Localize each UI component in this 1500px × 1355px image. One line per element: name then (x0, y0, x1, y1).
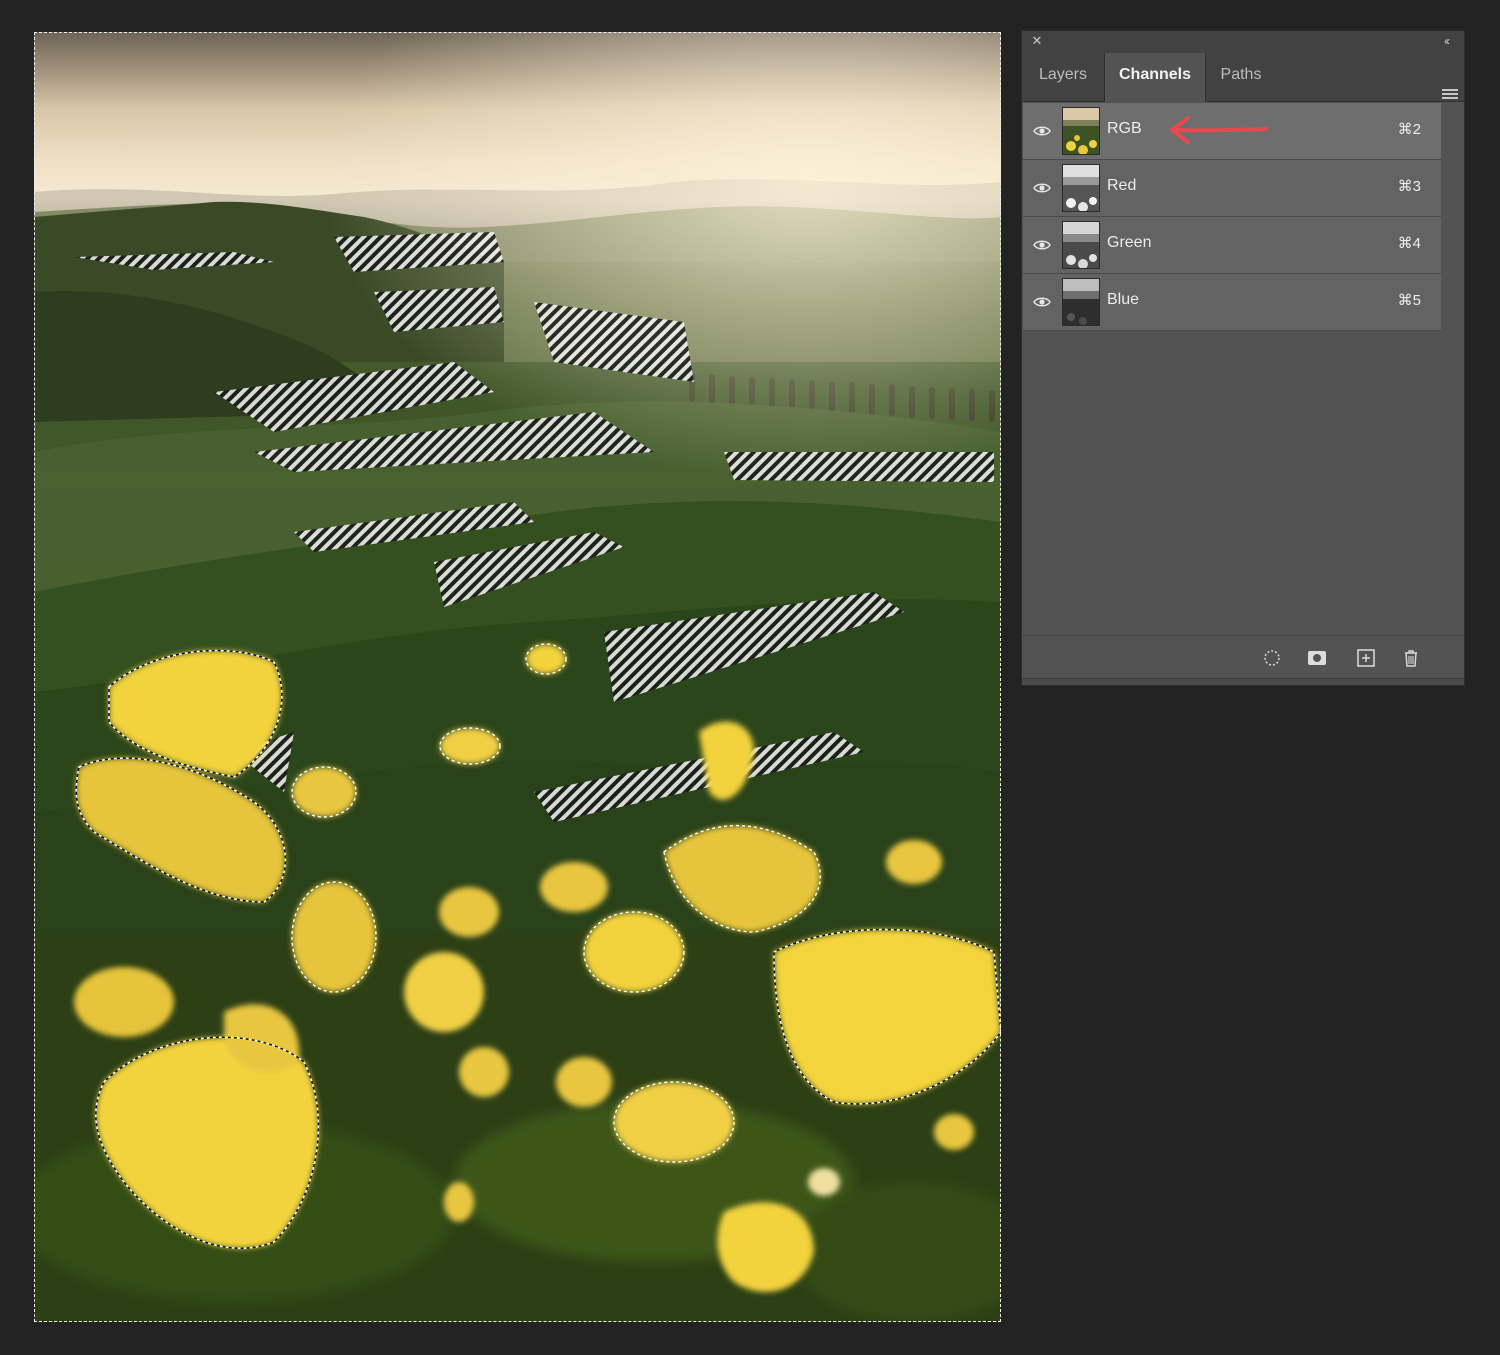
channel-thumbnail-blue (1062, 278, 1100, 326)
eye-icon[interactable] (1033, 180, 1051, 196)
panel-titlebar: ✕ ‹‹ (1022, 31, 1464, 53)
panel-resize-grip[interactable] (1022, 678, 1464, 685)
eye-icon[interactable] (1033, 123, 1051, 139)
channel-shortcut: ⌘2 (1397, 121, 1421, 138)
channel-thumbnail-rgb (1062, 107, 1100, 155)
channel-row-red[interactable]: Red ⌘3 (1023, 160, 1441, 217)
collapse-icon[interactable]: ‹‹ (1438, 33, 1454, 49)
panel-tabbar: Layers Channels Paths (1022, 53, 1464, 102)
channel-name: Blue (1107, 291, 1140, 308)
channel-name: Red (1107, 177, 1137, 194)
channel-row-blue[interactable]: Blue ⌘5 (1023, 274, 1441, 331)
close-icon[interactable]: ✕ (1030, 34, 1044, 48)
channel-shortcut: ⌘3 (1397, 178, 1421, 195)
channel-thumbnail-red (1062, 164, 1100, 212)
channel-shortcut: ⌘5 (1397, 292, 1421, 309)
load-selection-icon[interactable] (1262, 648, 1282, 668)
channel-row-green[interactable]: Green ⌘4 (1023, 217, 1441, 274)
channel-name: RGB (1107, 120, 1142, 137)
delete-channel-icon[interactable] (1401, 648, 1421, 668)
new-channel-icon[interactable] (1356, 648, 1376, 668)
panel-scrollbar[interactable] (1442, 103, 1462, 663)
document-canvas[interactable] (34, 32, 1001, 1322)
tab-channels[interactable]: Channels (1104, 53, 1206, 102)
channel-thumbnail-green (1062, 221, 1100, 269)
save-selection-icon[interactable] (1307, 648, 1327, 668)
channel-name: Green (1107, 234, 1152, 251)
panel-footer (1022, 635, 1464, 680)
panel-menu-icon[interactable] (1442, 89, 1458, 103)
channel-shortcut: ⌘4 (1397, 235, 1421, 252)
annotation-arrow-icon (1170, 116, 1268, 144)
tab-paths[interactable]: Paths (1206, 53, 1276, 101)
tab-layers[interactable]: Layers (1022, 53, 1104, 101)
eye-icon[interactable] (1033, 237, 1051, 253)
landscape-photo (34, 32, 1001, 1322)
eye-icon[interactable] (1033, 294, 1051, 310)
